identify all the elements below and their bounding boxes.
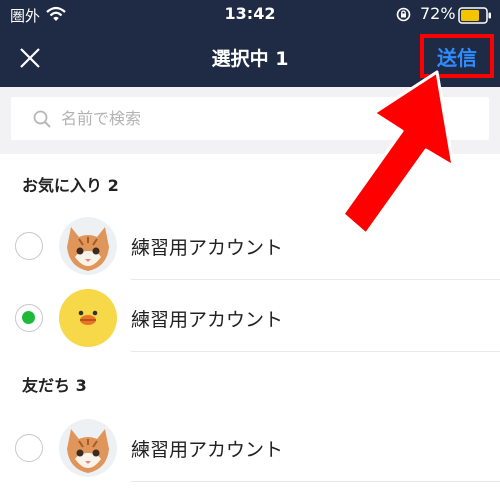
friend-name: 練習用アカウント bbox=[131, 237, 284, 259]
divider bbox=[131, 351, 500, 352]
pointer-arrow-icon bbox=[341, 70, 455, 236]
list-item[interactable]: 練習用アカウント bbox=[0, 282, 500, 352]
list-item[interactable]: 練習用アカウント bbox=[0, 412, 500, 482]
friend-name: 練習用アカウント bbox=[131, 309, 284, 331]
cat-avatar-icon bbox=[59, 419, 117, 477]
avatar bbox=[59, 289, 117, 347]
orientation-lock-icon bbox=[396, 7, 411, 22]
divider bbox=[131, 279, 500, 280]
divider bbox=[131, 481, 500, 482]
friend-name: 練習用アカウント bbox=[131, 439, 284, 461]
section-header-friends: 友だち 3 bbox=[22, 376, 87, 395]
battery-icon bbox=[458, 7, 491, 24]
select-radio[interactable] bbox=[15, 232, 43, 260]
battery-percentage: 72% bbox=[420, 4, 456, 23]
duck-avatar-icon bbox=[59, 289, 117, 347]
avatar bbox=[59, 217, 117, 275]
search-icon bbox=[33, 110, 51, 128]
select-radio[interactable] bbox=[15, 304, 43, 332]
checked-dot bbox=[22, 311, 35, 324]
status-bar: 圏外 13:42 72% bbox=[0, 0, 500, 30]
section-header-favorites: お気に入り 2 bbox=[22, 176, 119, 195]
select-radio[interactable] bbox=[15, 434, 43, 462]
avatar bbox=[59, 419, 117, 477]
cat-avatar-icon bbox=[59, 217, 117, 275]
